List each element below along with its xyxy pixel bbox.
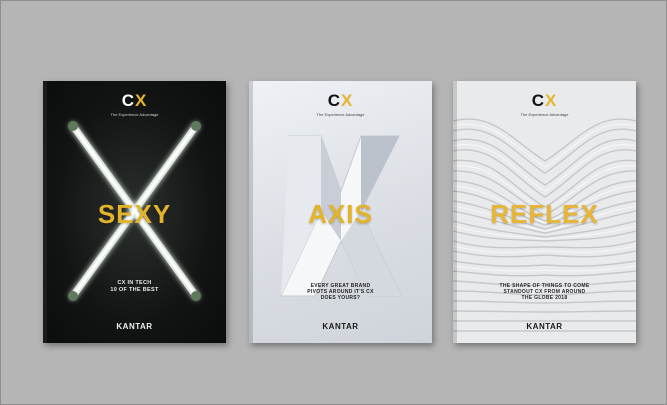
logo-subtitle: The Experience Advantage [110,112,159,117]
cover-title: SEXY [97,199,172,229]
cover-title: REFLEX [490,199,599,229]
logo-subtitle: The Experience Advantage [520,112,569,117]
cx-logo: CX [121,91,148,110]
brand-logo: KANTAR [116,322,153,331]
cover-tagline: EVERY GREAT BRAND PIVOTS AROUND IT'S CX … [307,283,374,301]
cover-tagline: CX IN TECH 10 OF THE BEST [110,280,159,293]
cx-logo: CX [531,91,558,110]
cover-sexy: CX The Experience Advantage SEXY CX IN T… [43,81,226,343]
logo-subtitle: The Experience Advantage [316,112,365,117]
cover-axis: CX The Experience Advantage AXIS EVERY G… [249,81,432,343]
image-frame: CX The Experience Advantage SEXY CX IN T… [0,0,667,405]
brand-logo: KANTAR [322,322,359,331]
cx-logo: CX [327,91,354,110]
cover-title: AXIS [308,199,373,229]
cover-reflex: CX The Experience Advantage REFLEX THE S… [453,81,636,343]
brand-logo: KANTAR [526,322,563,331]
cover-tagline: THE SHAPE OF THINGS TO COME STANDOUT CX … [499,283,590,301]
